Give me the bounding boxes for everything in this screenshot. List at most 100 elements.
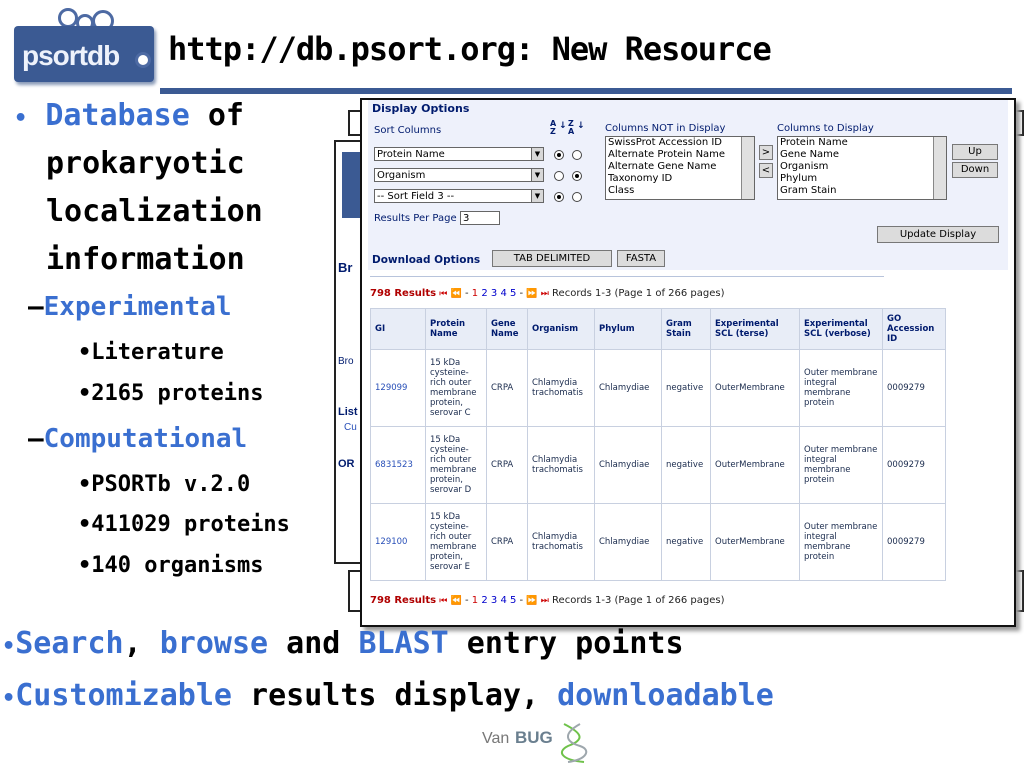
table-row: 6831523 15 kDa cysteine-rich outer membr… bbox=[370, 426, 946, 504]
bullet-dot: • bbox=[2, 686, 16, 711]
move-right-button[interactable]: > bbox=[759, 145, 773, 160]
sort-field-1-select[interactable]: Protein Name ▼ bbox=[374, 147, 544, 161]
bullet-customizable: •Customizable results display, downloada… bbox=[2, 678, 774, 713]
fasta-button[interactable]: FASTA bbox=[617, 250, 665, 267]
list-item[interactable]: Phylum bbox=[780, 173, 946, 185]
gi-link[interactable]: 129100 bbox=[370, 503, 426, 581]
first-page-icon[interactable]: ⏮ bbox=[439, 596, 447, 606]
scrollbar[interactable] bbox=[933, 137, 946, 199]
tab-delimited-button[interactable]: TAB DELIMITED bbox=[492, 250, 612, 267]
bullet-dot: • bbox=[14, 106, 28, 131]
download-options-label: Download Options bbox=[372, 254, 481, 266]
next-page-icon[interactable]: ⏩ bbox=[526, 289, 537, 299]
page-link[interactable]: 4 bbox=[500, 288, 506, 299]
vanbug-bug: BUG bbox=[515, 728, 553, 747]
list-item[interactable]: Gene Name bbox=[780, 149, 946, 161]
chevron-down-icon: ▼ bbox=[531, 190, 543, 202]
sort-field-2-asc-radio[interactable] bbox=[554, 171, 564, 181]
exp-item: •Literature bbox=[78, 340, 224, 365]
move-left-button[interactable]: < bbox=[759, 163, 773, 178]
column-header[interactable]: Gram Stain bbox=[661, 308, 711, 350]
first-page-icon[interactable]: ⏮ bbox=[439, 289, 447, 299]
list-item[interactable]: Gram Stain bbox=[780, 185, 946, 197]
bullet-database-keyword: Database bbox=[45, 98, 190, 133]
sort-za-icon: Z A ↓ bbox=[568, 119, 585, 136]
columns-not-in-display-list[interactable]: SwissProt Accession ID Alternate Protein… bbox=[605, 136, 755, 200]
bg-fragment: List bbox=[338, 406, 358, 418]
gi-link[interactable]: 6831523 bbox=[370, 426, 426, 504]
sort-az-icon: A Z ↓ bbox=[550, 119, 567, 136]
column-header[interactable]: Experimental SCL (terse) bbox=[710, 308, 800, 350]
table-cell: Outer membrane integral membrane protein bbox=[799, 426, 883, 504]
page-link[interactable]: 3 bbox=[491, 595, 497, 606]
logo-bubble bbox=[58, 8, 78, 28]
column-header[interactable]: Experimental SCL (verbose) bbox=[799, 308, 883, 350]
table-cell: negative bbox=[661, 426, 711, 504]
gi-link[interactable]: 129099 bbox=[370, 349, 426, 427]
bullet-search: •Search, browse and BLAST entry points bbox=[2, 626, 684, 661]
list-item[interactable]: Protein Name bbox=[780, 137, 946, 149]
table-row: 129100 15 kDa cysteine-rich outer membra… bbox=[370, 503, 946, 581]
page-link[interactable]: 2 bbox=[481, 288, 487, 299]
table-cell: 15 kDa cysteine-rich outer membrane prot… bbox=[425, 349, 487, 427]
sort-field-3-desc-radio[interactable] bbox=[572, 192, 582, 202]
update-display-button[interactable]: Update Display bbox=[877, 226, 999, 243]
table-cell: 15 kDa cysteine-rich outer membrane prot… bbox=[425, 426, 487, 504]
table-cell: Outer membrane integral membrane protein bbox=[799, 349, 883, 427]
column-header[interactable]: Gene Name bbox=[486, 308, 528, 350]
move-down-button[interactable]: Down bbox=[952, 162, 998, 178]
bg-fragment: Cu bbox=[344, 422, 357, 433]
list-item[interactable]: Taxonomy ID bbox=[608, 173, 754, 185]
list-item[interactable]: Class bbox=[608, 185, 754, 197]
sort-field-1-desc-radio[interactable] bbox=[572, 150, 582, 160]
computational-label: Computational bbox=[43, 424, 248, 454]
comp-item: •411029 proteins bbox=[78, 512, 290, 537]
columns-to-display-list[interactable]: Protein Name Gene Name Organism Phylum G… bbox=[777, 136, 947, 200]
pager-top: 798 Results ⏮ ⏪ - 1 2 3 4 5 - ⏩ ⏭ Record… bbox=[370, 288, 725, 299]
prev-page-icon[interactable]: ⏪ bbox=[451, 596, 462, 606]
column-header[interactable]: GI bbox=[370, 308, 426, 350]
table-cell: OuterMembrane bbox=[710, 503, 800, 581]
table-cell: CRPA bbox=[486, 426, 528, 504]
page-link[interactable]: 4 bbox=[500, 595, 506, 606]
list-item[interactable]: Organism bbox=[780, 161, 946, 173]
bg-fragment: OR bbox=[338, 458, 355, 470]
table-header-row: GI Protein Name Gene Name Organism Phylu… bbox=[370, 308, 946, 350]
results-count: 798 Results bbox=[370, 595, 437, 606]
prev-page-icon[interactable]: ⏪ bbox=[451, 289, 462, 299]
sort-field-2-select[interactable]: Organism ▼ bbox=[374, 168, 544, 182]
move-up-button[interactable]: Up bbox=[952, 144, 998, 160]
exp-item: •2165 proteins bbox=[78, 381, 264, 406]
chevron-down-icon: ▼ bbox=[531, 169, 543, 181]
column-header[interactable]: Phylum bbox=[594, 308, 662, 350]
list-item[interactable]: Alternate Protein Name bbox=[608, 149, 754, 161]
sort-field-3-asc-radio[interactable] bbox=[554, 192, 564, 202]
results-per-page-input[interactable]: 3 bbox=[460, 211, 500, 225]
bullet-database-line4: information bbox=[46, 242, 245, 277]
page-link[interactable]: 2 bbox=[481, 595, 487, 606]
sort-field-1-asc-radio[interactable] bbox=[554, 150, 564, 160]
next-page-icon[interactable]: ⏩ bbox=[526, 596, 537, 606]
table-cell: OuterMembrane bbox=[710, 426, 800, 504]
table-cell: 0009279 bbox=[882, 503, 946, 581]
blast-keyword: BLAST bbox=[358, 626, 449, 661]
table-cell: Chlamydia trachomatis bbox=[527, 426, 595, 504]
results-count: 798 Results bbox=[370, 288, 437, 299]
last-page-icon[interactable]: ⏭ bbox=[541, 289, 549, 299]
sort-field-3-select[interactable]: -- Sort Field 3 -- ▼ bbox=[374, 189, 544, 203]
list-item[interactable]: Alternate Gene Name bbox=[608, 161, 754, 173]
logo-dot bbox=[135, 52, 151, 68]
last-page-icon[interactable]: ⏭ bbox=[541, 596, 549, 606]
page-link[interactable]: 3 bbox=[491, 288, 497, 299]
bullet-database-text: of bbox=[189, 98, 244, 133]
column-header[interactable]: GO Accession ID bbox=[882, 308, 946, 350]
column-header[interactable]: Protein Name bbox=[425, 308, 487, 350]
table-cell: CRPA bbox=[486, 349, 528, 427]
sort-field-2-desc-radio[interactable] bbox=[572, 171, 582, 181]
list-item[interactable]: SwissProt Accession ID bbox=[608, 137, 754, 149]
column-header[interactable]: Organism bbox=[527, 308, 595, 350]
columns-not-in-display-label: Columns NOT in Display bbox=[605, 123, 726, 134]
chevron-down-icon: ▼ bbox=[531, 148, 543, 160]
divider bbox=[370, 276, 884, 277]
scrollbar[interactable] bbox=[741, 137, 754, 199]
